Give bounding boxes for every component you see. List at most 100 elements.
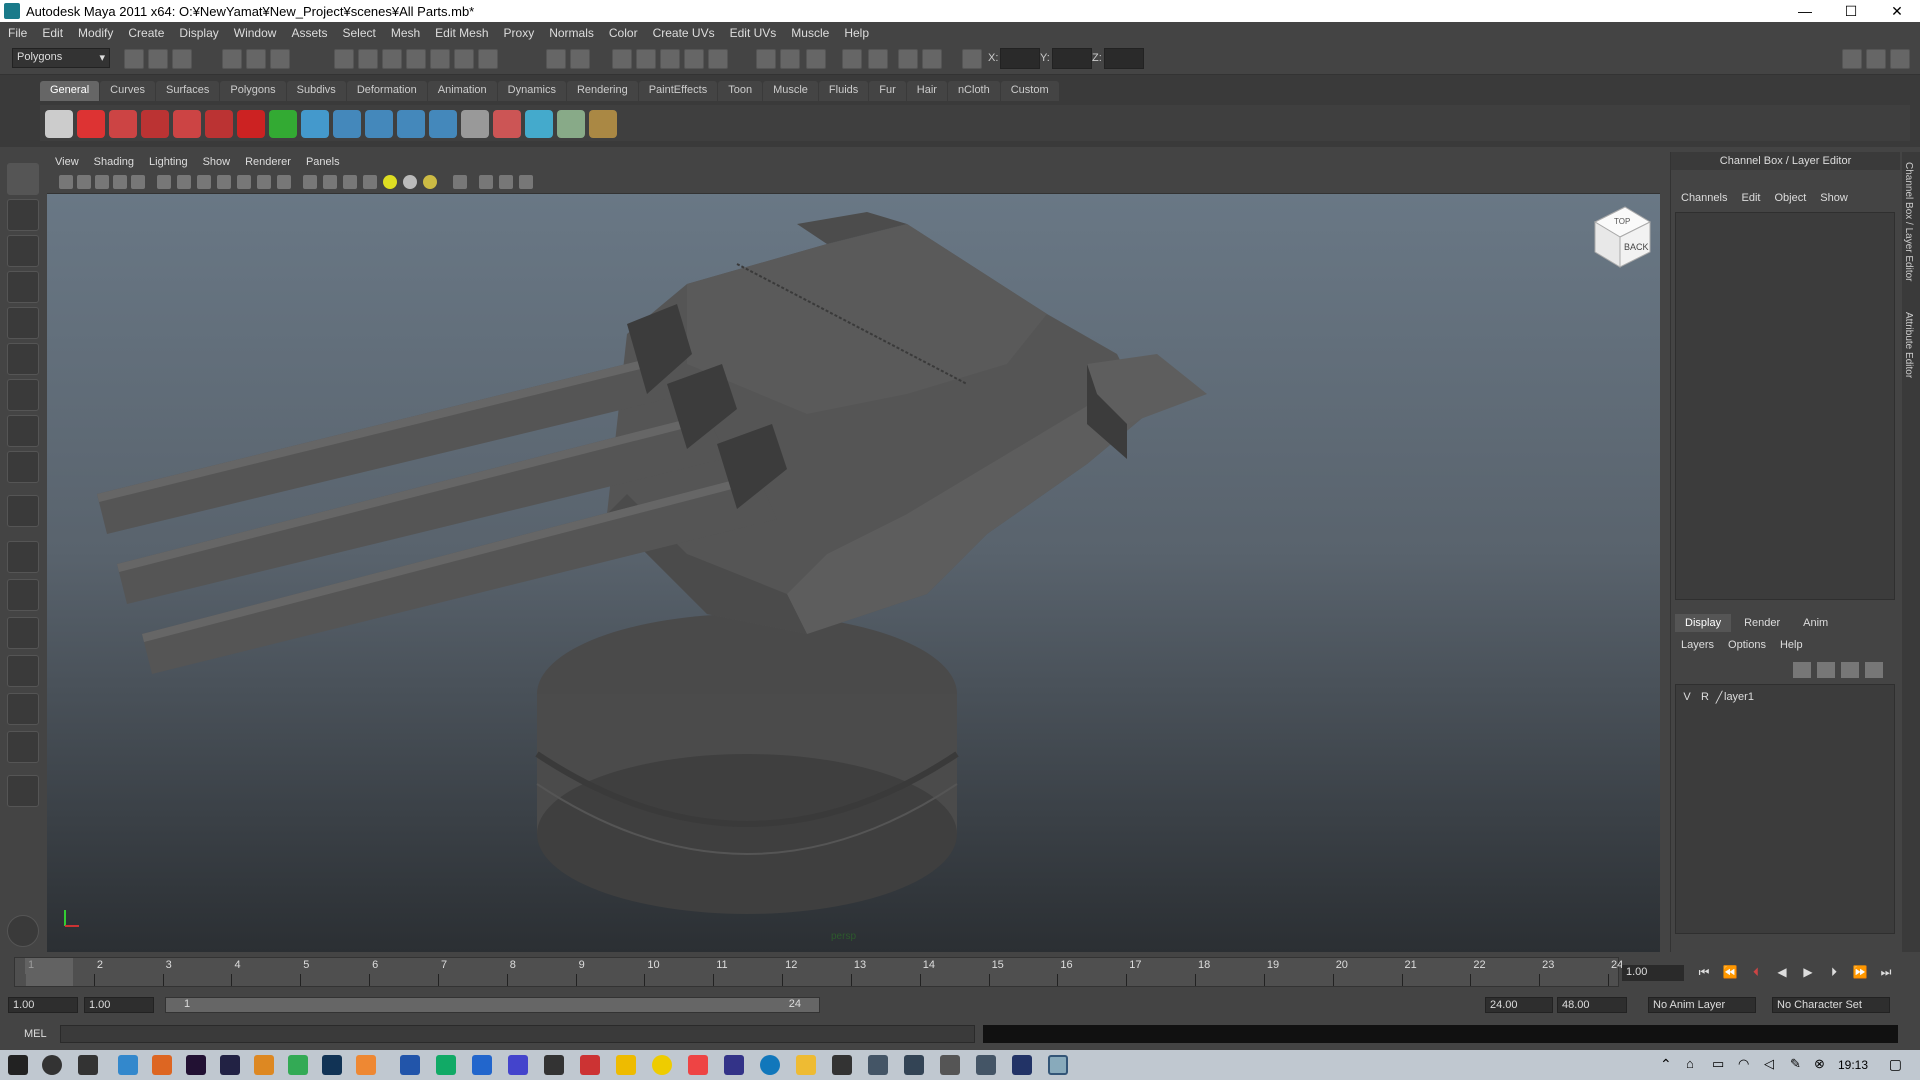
construction-history-icon[interactable] [660,49,680,69]
input-ops-icon[interactable] [612,49,632,69]
question-icon[interactable] [77,110,105,138]
show-manipulator-icon[interactable] [7,451,39,483]
camera-attributes-icon[interactable] [77,175,91,189]
deform-icon[interactable] [493,110,521,138]
graph-layout-icon[interactable] [7,655,39,687]
maya-taskbar-icon[interactable] [1048,1055,1068,1075]
app-icon[interactable] [580,1055,600,1075]
lights-icon[interactable] [257,175,271,189]
photoshop-icon[interactable] [322,1055,342,1075]
play-backward-icon[interactable]: ◀ [1774,965,1790,981]
light-bulb-icon[interactable] [383,175,397,189]
excel-icon[interactable] [436,1055,456,1075]
go-to-end-icon[interactable]: ⏭ [1878,965,1894,981]
move-layer-down-icon[interactable] [1817,662,1835,678]
close-button[interactable]: ✕ [1874,3,1920,20]
viewport-menu-panels[interactable]: Panels [306,156,340,168]
notification-icon[interactable]: ▢ [1889,1056,1902,1073]
layer-color-swatch[interactable]: ╱ [1714,691,1724,704]
clock[interactable]: 19:13 [1838,1058,1868,1072]
select-tool-icon[interactable] [7,163,39,195]
task-view-icon[interactable] [78,1055,98,1075]
character-set-dropdown[interactable]: No Character Set [1772,997,1890,1013]
bookmark-icon[interactable] [95,175,109,189]
ipr-render-icon[interactable] [756,49,776,69]
hypergraph-layout-icon[interactable] [7,731,39,763]
y-coord-field[interactable] [1052,48,1092,69]
lasso-tool-icon[interactable] [7,199,39,231]
object-menu[interactable]: Object [1774,192,1806,204]
word-icon[interactable] [400,1055,420,1075]
calendar-app-icon[interactable] [118,1055,138,1075]
ambient-occlusion-icon[interactable] [423,175,437,189]
step-back-key-icon[interactable]: ⏪ [1722,965,1738,981]
select-camera-icon[interactable] [453,175,467,189]
list-icon[interactable] [461,110,489,138]
chevron-up-icon[interactable]: ⌃ [1660,1056,1672,1073]
end-time-field[interactable]: 48.00 [1557,997,1627,1013]
magnet-icon[interactable] [237,110,265,138]
image-plane-icon[interactable] [113,175,127,189]
manipulator-tool-icon[interactable] [7,379,39,411]
snap-grid-icon[interactable] [334,49,354,69]
show-menu[interactable]: Show [1820,192,1848,204]
xray-icon[interactable] [303,175,317,189]
shelf-tab-fluids[interactable]: Fluids [818,81,869,101]
wireframe-icon[interactable] [177,175,191,189]
brush-icon[interactable] [109,110,137,138]
start-time-field[interactable]: 1.00 [8,997,78,1013]
layer-name[interactable]: layer1 [1724,691,1754,703]
shadow-icon[interactable] [403,175,417,189]
scale-tool-icon[interactable] [7,343,39,375]
transform-field-icon[interactable] [962,49,982,69]
layer-row[interactable]: V R ╱ layer1 [1678,688,1892,706]
lock-icon[interactable] [546,49,566,69]
search-icon[interactable] [42,1055,62,1075]
render-current-icon[interactable] [708,49,728,69]
brush-icon[interactable] [205,110,233,138]
premiere-icon[interactable] [220,1055,240,1075]
help-menu[interactable]: Help [1780,639,1803,651]
show-ui-icon[interactable] [842,49,862,69]
sphere-icon[interactable] [301,110,329,138]
cube-icon[interactable] [557,110,585,138]
shelf-tab-hair[interactable]: Hair [906,81,947,101]
menu-assets[interactable]: Assets [291,26,327,40]
layers-menu[interactable]: Layers [1681,639,1714,651]
go-to-start-icon[interactable]: ⏮ [1696,965,1712,981]
save-scene-icon[interactable] [172,49,192,69]
joint-icon[interactable] [333,110,361,138]
perspective-viewport[interactable]: View Shading Lighting Show Renderer Pane… [47,152,1660,952]
blender-icon[interactable] [254,1055,274,1075]
menu-file[interactable]: File [8,26,27,40]
rotate-tool-icon[interactable] [7,307,39,339]
new-scene-icon[interactable] [124,49,144,69]
step-back-frame-icon[interactable]: ⏴ [1748,965,1764,981]
joint-icon[interactable] [429,110,457,138]
menu-create-uvs[interactable]: Create UVs [653,26,715,40]
move-tool-icon[interactable] [7,271,39,303]
no-sync-icon[interactable]: ⊗ [1814,1056,1825,1072]
menu-proxy[interactable]: Proxy [504,26,535,40]
shelf-tab-surfaces[interactable]: Surfaces [155,81,220,101]
shelf-tab-animation[interactable]: Animation [427,81,497,101]
volume-icon[interactable]: ◁ [1764,1056,1774,1072]
menu-edit-mesh[interactable]: Edit Mesh [435,26,488,40]
frame-icon[interactable] [499,175,513,189]
range-bar[interactable]: 1 24 [165,997,820,1013]
paint-brush-icon[interactable] [589,110,617,138]
file-explorer-icon[interactable] [796,1055,816,1075]
paint-select-tool-icon[interactable] [7,235,39,267]
channel-box-toggle-icon[interactable] [1890,49,1910,69]
dope-sheet-layout-icon[interactable] [7,693,39,725]
channel-box-side-tab[interactable]: Channel Box / Layer Editor [1903,162,1914,282]
edit-menu[interactable]: Edit [1741,192,1760,204]
shelf-tab-custom[interactable]: Custom [1000,81,1059,101]
textured-icon[interactable] [237,175,251,189]
toggle-panel-icon[interactable] [868,49,888,69]
select-hierarchy-icon[interactable] [222,49,242,69]
brush-icon[interactable] [141,110,169,138]
attribute-editor-side-tab[interactable]: Attribute Editor [1903,312,1914,378]
shelf-tab-general[interactable]: General [40,81,100,101]
graph-editor-icon[interactable] [922,49,942,69]
